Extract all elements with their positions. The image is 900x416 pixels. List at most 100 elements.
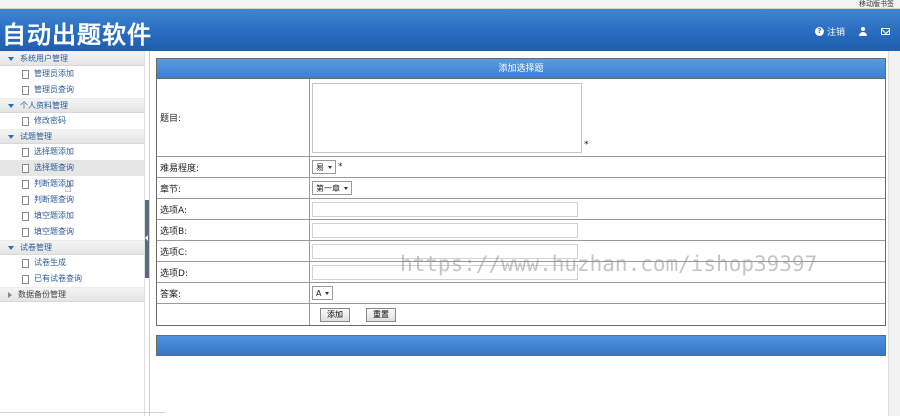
- app-title: 自动出题软件: [2, 21, 152, 49]
- form-row-option-b: 选项B:: [157, 220, 885, 241]
- sidebar-group-questions[interactable]: 试题管理: [0, 129, 144, 144]
- sidebar: 系统用户管理 管理员添加 管理员查询 个人资料管理 修改密码 试题管理 选择题添…: [0, 51, 145, 416]
- sidebar-group-profile[interactable]: 个人资料管理: [0, 98, 144, 113]
- difficulty-select[interactable]: 易: [312, 160, 336, 174]
- topic-label: 题目:: [157, 79, 310, 156]
- mobile-bookmark-link[interactable]: 移动版书签: [859, 0, 894, 9]
- document-icon: [22, 258, 29, 268]
- chevron-down-icon: [344, 186, 348, 190]
- browser-top-strip: 移动版书签: [0, 0, 900, 9]
- document-icon: [22, 179, 29, 189]
- app-header: 自动出题软件 ? 注销: [0, 9, 900, 51]
- form-row-option-d: 选项D:: [157, 262, 885, 283]
- logout-button[interactable]: ? 注销: [814, 25, 845, 38]
- sidebar-item-exam-query[interactable]: 已有试卷查询: [0, 271, 144, 287]
- form-row-buttons: 添加 重置: [157, 304, 885, 325]
- sidebar-group-label: 系统用户管理: [20, 54, 68, 63]
- sidebar-group-label: 个人资料管理: [20, 101, 68, 110]
- bottom-divider: [0, 412, 165, 416]
- option-d-input[interactable]: [312, 264, 578, 280]
- sidebar-item-fillblank-add[interactable]: 填空题添加: [0, 208, 144, 224]
- sidebar-item-label: 选择题添加: [34, 147, 74, 156]
- buttons-cell: 添加 重置: [310, 304, 885, 325]
- sidebar-group-backup[interactable]: 数据备份管理: [0, 287, 144, 302]
- sidebar-item-choice-query[interactable]: 选择题查询: [0, 160, 144, 176]
- chevron-down-icon: [8, 103, 14, 108]
- document-icon: [22, 274, 29, 284]
- sidebar-item-label: 修改密码: [34, 116, 66, 125]
- sidebar-item-admin-add[interactable]: 管理员添加: [0, 66, 144, 82]
- sidebar-group-label: 试题管理: [20, 132, 52, 141]
- document-icon: [22, 195, 29, 205]
- hand-cursor-icon: ☝: [64, 181, 72, 196]
- form-row-chapter: 章节: 第一章: [157, 178, 885, 199]
- vertical-scrollbar[interactable]: [888, 51, 900, 416]
- form-row-option-a: 选项A:: [157, 199, 885, 220]
- sidebar-item-truefalse-query[interactable]: 判断题查询: [0, 192, 144, 208]
- sidebar-group-label: 数据备份管理: [18, 290, 66, 299]
- user-button[interactable]: [859, 27, 867, 36]
- chapter-field-cell: 第一章: [310, 178, 885, 198]
- reset-button[interactable]: 重置: [366, 307, 396, 322]
- sidebar-item-fillblank-query[interactable]: 填空题查询: [0, 224, 144, 240]
- option-b-input[interactable]: [312, 222, 578, 238]
- sidebar-item-label: 填空题添加: [34, 211, 74, 220]
- chevron-down-icon: [325, 291, 330, 295]
- answer-label: 答案:: [157, 283, 310, 303]
- option-b-label: 选项B:: [157, 220, 310, 240]
- sidebar-item-label: 选择题查询: [34, 163, 74, 172]
- option-b-field-cell: [310, 220, 885, 240]
- document-icon: [22, 227, 29, 237]
- user-icon: [859, 27, 867, 36]
- required-mark: *: [584, 140, 589, 150]
- sidebar-item-label: 管理员查询: [34, 85, 74, 94]
- difficulty-label: 难易程度:: [157, 157, 310, 177]
- sidebar-item-change-password[interactable]: 修改密码: [0, 113, 144, 129]
- logout-label: 注销: [826, 28, 845, 38]
- option-a-field-cell: [310, 199, 885, 219]
- sidebar-group-exams[interactable]: 试卷管理: [0, 240, 144, 255]
- document-icon: [22, 163, 29, 173]
- mail-button[interactable]: [881, 28, 890, 35]
- form-row-topic: 题目: *: [157, 79, 885, 157]
- chapter-select[interactable]: 第一章: [312, 181, 352, 195]
- chevron-down-icon: [328, 165, 332, 169]
- chevron-down-icon: [8, 245, 14, 250]
- option-a-input[interactable]: [312, 201, 578, 217]
- sidebar-item-choice-add[interactable]: 选择题添加: [0, 144, 144, 160]
- chevron-right-icon: [8, 291, 12, 298]
- option-c-field-cell: [310, 241, 885, 261]
- mail-icon: [881, 28, 890, 35]
- topic-field-cell: *: [310, 79, 885, 156]
- sidebar-item-exam-generate[interactable]: 试卷生成: [0, 255, 144, 271]
- form-row-option-c: 选项C:: [157, 241, 885, 262]
- form-row-answer: 答案: A: [157, 283, 885, 304]
- form-footer-bar: [156, 335, 886, 356]
- topic-textarea[interactable]: [312, 82, 582, 153]
- sidebar-item-label: 管理员添加: [34, 69, 74, 78]
- buttons-label-cell: [157, 304, 310, 325]
- document-icon: [22, 69, 29, 79]
- sidebar-group-label: 试卷管理: [20, 243, 52, 252]
- difficulty-field-cell: 易 *: [310, 157, 885, 177]
- sidebar-item-admin-query[interactable]: 管理员查询: [0, 82, 144, 98]
- header-actions: ? 注销: [814, 25, 890, 38]
- sidebar-item-label: 试卷生成: [34, 258, 66, 267]
- option-d-field-cell: [310, 262, 885, 282]
- document-icon: [22, 85, 29, 95]
- option-c-input[interactable]: [312, 243, 578, 259]
- chevron-down-icon: [8, 134, 14, 139]
- document-icon: [22, 147, 29, 157]
- option-d-label: 选项D:: [157, 262, 310, 282]
- question-circle-icon: ?: [814, 27, 824, 36]
- option-a-label: 选项A:: [157, 199, 310, 219]
- chapter-label: 章节:: [157, 178, 310, 198]
- form-title: 添加选择题: [157, 59, 885, 79]
- sidebar-group-system-users[interactable]: 系统用户管理: [0, 51, 144, 66]
- add-button[interactable]: 添加: [320, 307, 350, 322]
- answer-select[interactable]: A: [312, 286, 334, 300]
- option-c-label: 选项C:: [157, 241, 310, 261]
- sidebar-item-truefalse-add[interactable]: 判断题添加: [0, 176, 144, 192]
- required-mark: *: [338, 162, 343, 172]
- document-icon: [22, 116, 29, 126]
